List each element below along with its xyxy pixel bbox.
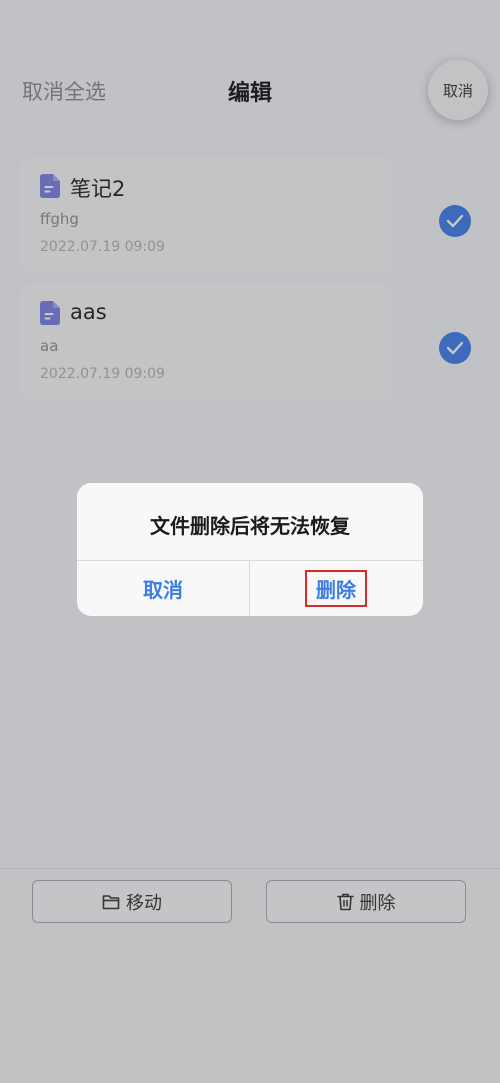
dialog-delete-label: 删除 [305, 570, 367, 607]
screen: 取消全选 编辑 取消 笔记2 ffghg 2022.07.19 09:09 aa… [0, 0, 500, 1083]
dialog-delete-button[interactable]: 删除 [250, 561, 422, 616]
confirm-delete-dialog: 文件删除后将无法恢复 取消 删除 [77, 483, 423, 616]
dialog-message: 文件删除后将无法恢复 [150, 514, 350, 538]
dialog-cancel-button[interactable]: 取消 [77, 561, 249, 616]
dialog-cancel-label: 取消 [143, 578, 183, 602]
